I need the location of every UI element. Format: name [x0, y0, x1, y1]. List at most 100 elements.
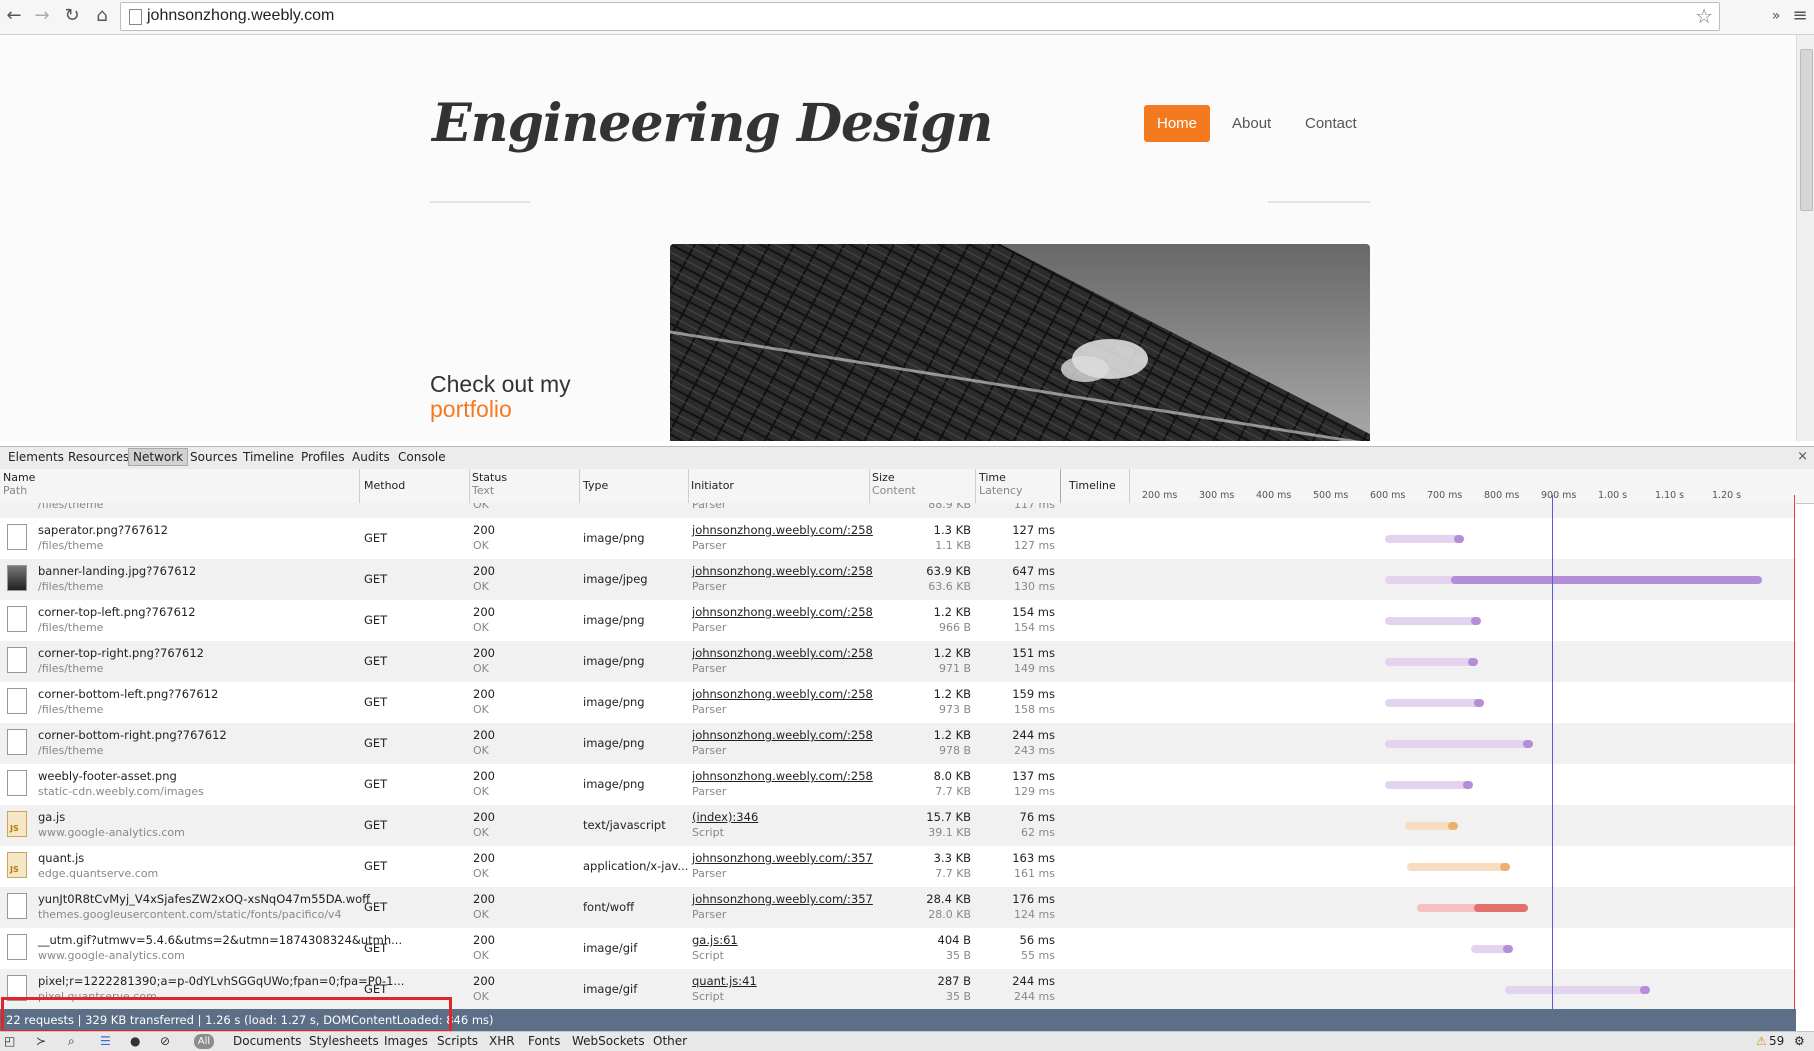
search-icon[interactable]: ⌕ [68, 1034, 75, 1049]
table-row[interactable]: ga.js www.google-analytics.com GET 200 OK tex… [0, 805, 1796, 846]
request-initiator-link[interactable]: johnsonzhong.weebly.com/:258 [692, 728, 873, 742]
request-name[interactable]: pixel;r=1222281390;a=p-0dYLvhSGGqUWo;fpa… [38, 974, 404, 988]
address-url[interactable]: johnsonzhong.weebly.com [147, 7, 334, 25]
tab-profiles[interactable]: Profiles [301, 450, 345, 464]
waterfall-bar-receive[interactable] [1462, 781, 1473, 789]
filter-stylesheets[interactable]: Stylesheets [309, 1034, 379, 1048]
back-icon[interactable]: ← [2, 4, 26, 28]
request-initiator-link[interactable]: johnsonzhong.weebly.com/:258 [692, 605, 873, 619]
request-initiator-link[interactable]: johnsonzhong.weebly.com/:258 [692, 646, 873, 660]
tab-console[interactable]: Console [398, 450, 446, 464]
request-initiator-link[interactable]: quant.js:41 [692, 974, 757, 988]
filter-scripts[interactable]: Scripts [437, 1034, 478, 1048]
table-row[interactable]: banner-landing.jpg?767612/files/theme GET… [0, 559, 1796, 600]
waterfall-bar-wait[interactable] [1504, 986, 1648, 994]
request-name[interactable]: ga.js [38, 810, 65, 824]
tab-network[interactable]: Network [128, 448, 189, 466]
record-icon[interactable]: ● [130, 1034, 140, 1048]
col-initiator[interactable]: Initiator [691, 479, 734, 492]
request-initiator-link[interactable]: johnsonzhong.weebly.com/:258 [692, 523, 873, 537]
filter-websockets[interactable]: WebSockets [572, 1034, 645, 1048]
filter-all[interactable]: All [194, 1034, 214, 1049]
waterfall-bar-receive[interactable] [1451, 576, 1762, 584]
request-initiator-link[interactable]: ga.js:61 [692, 933, 738, 947]
request-name[interactable]: saperator.png?767612 [38, 523, 168, 537]
filter-documents[interactable]: Documents [233, 1034, 301, 1048]
request-name[interactable]: __utm.gif?utmwv=5.4.6&utms=2&utmn=187430… [38, 933, 402, 947]
filter-other[interactable]: Other [653, 1034, 687, 1048]
browser-menu-icon[interactable]: ≡ [1788, 4, 1812, 28]
address-bar[interactable]: johnsonzhong.weebly.com ☆ [120, 2, 1720, 31]
waterfall-bar-wait[interactable] [1385, 781, 1471, 789]
waterfall-bar-wait[interactable] [1385, 658, 1477, 666]
waterfall-bar-receive[interactable] [1474, 699, 1485, 707]
filter-xhr[interactable]: XHR [489, 1034, 515, 1048]
table-row[interactable]: weebly-footer-asset.png static-cdn.weebly… [0, 764, 1796, 805]
table-row[interactable]: corner-top-right.png?767612/files/theme G… [0, 641, 1796, 682]
settings-icon[interactable]: ⚙ [1794, 1034, 1805, 1048]
tab-elements[interactable]: Elements [8, 450, 64, 464]
portfolio-tagline[interactable]: Check out my portfolio [430, 371, 571, 421]
waterfall-bar-receive[interactable] [1468, 658, 1479, 666]
network-request-list[interactable]: /files/theme OK Parser 88.9 KB 117 ms sa… [0, 503, 1796, 1009]
request-name[interactable]: corner-top-right.png?767612 [38, 646, 204, 660]
request-name[interactable]: corner-top-left.png?767612 [38, 605, 196, 619]
tab-audits[interactable]: Audits [352, 450, 390, 464]
waterfall-bar-receive[interactable] [1502, 945, 1513, 953]
waterfall-bar-receive[interactable] [1471, 617, 1482, 625]
warning-count[interactable]: 59 [1769, 1034, 1784, 1048]
tagline-portfolio[interactable]: portfolio [430, 397, 571, 421]
waterfall-bar-wait[interactable] [1385, 617, 1480, 625]
site-title[interactable]: Engineering Design [432, 93, 993, 154]
close-devtools-icon[interactable]: × [1797, 449, 1808, 464]
page-scrollbar[interactable] [1796, 35, 1814, 441]
table-row[interactable]: __utm.gif?utmwv=5.4.6&utms=2&utmn=187430… [0, 928, 1796, 969]
dock-icon[interactable]: ◰ [4, 1034, 15, 1048]
request-name[interactable]: corner-bottom-right.png?767612 [38, 728, 227, 742]
clear-icon[interactable]: ⊘ [160, 1034, 170, 1048]
request-initiator-link[interactable]: johnsonzhong.weebly.com/:258 [692, 687, 873, 701]
bookmark-star-icon[interactable]: ☆ [1695, 4, 1713, 28]
table-row-partial[interactable]: /files/theme OK Parser 88.9 KB 117 ms [0, 503, 1796, 518]
scrollbar-thumb[interactable] [1800, 49, 1813, 211]
waterfall-bar-receive[interactable] [1639, 986, 1650, 994]
col-type[interactable]: Type [583, 479, 608, 492]
col-name[interactable]: Name Path [3, 471, 35, 497]
table-row[interactable]: yunJt0R8tCvMyj_V4xSjafesZW2xOQ-xsNqO47m5… [0, 887, 1796, 928]
waterfall-bar-receive[interactable] [1454, 535, 1465, 543]
tab-sources[interactable]: Sources [190, 450, 237, 464]
waterfall-bar-receive[interactable] [1448, 822, 1459, 830]
request-initiator-link[interactable]: johnsonzhong.weebly.com/:258 [692, 564, 873, 578]
console-drawer-icon[interactable]: ≻ [36, 1034, 46, 1048]
table-row[interactable]: quant.js edge.quantserve.com GET 200 OK appli… [0, 846, 1796, 887]
table-row[interactable]: corner-bottom-right.png?767612/files/the… [0, 723, 1796, 764]
waterfall-bar-receive[interactable] [1499, 863, 1510, 871]
request-initiator-link[interactable]: johnsonzhong.weebly.com/:357 [692, 892, 873, 906]
waterfall-bar-wait[interactable] [1385, 740, 1531, 748]
table-row[interactable]: corner-top-left.png?767612/files/theme GE… [0, 600, 1796, 641]
filter-fonts[interactable]: Fonts [528, 1034, 560, 1048]
waterfall-bar-wait[interactable] [1385, 699, 1483, 707]
waterfall-bar-wait[interactable] [1406, 863, 1508, 871]
nav-about-link[interactable]: About [1232, 115, 1271, 132]
home-icon[interactable]: ⌂ [90, 4, 114, 28]
request-name[interactable]: yunJt0R8tCvMyj_V4xSjafesZW2xOQ-xsNqO47m5… [38, 892, 370, 906]
tab-timeline[interactable]: Timeline [243, 450, 294, 464]
waterfall-bar-receive[interactable] [1522, 740, 1533, 748]
table-row[interactable]: saperator.png?767612/files/theme GET 200 OK… [0, 518, 1796, 559]
request-initiator-link[interactable]: johnsonzhong.weebly.com/:258 [692, 769, 873, 783]
warning-icon[interactable]: ⚠ [1756, 1034, 1767, 1048]
nav-contact-link[interactable]: Contact [1305, 115, 1357, 132]
request-name[interactable]: quant.js [38, 851, 84, 865]
request-initiator-link[interactable]: johnsonzhong.weebly.com/:357 [692, 851, 873, 865]
waterfall-bar-wait[interactable] [1385, 535, 1463, 543]
col-status[interactable]: Status Text [472, 471, 507, 497]
col-method[interactable]: Method [364, 479, 405, 492]
request-initiator-link[interactable]: (index):346 [692, 810, 758, 824]
list-view-icon[interactable]: ☰ [100, 1034, 111, 1048]
request-name[interactable]: weebly-footer-asset.png [38, 769, 177, 783]
waterfall-bar-wait[interactable] [1385, 576, 1460, 584]
filter-images[interactable]: Images [384, 1034, 428, 1048]
waterfall-bar-wait[interactable] [1416, 904, 1483, 912]
table-row[interactable]: corner-bottom-left.png?767612/files/them… [0, 682, 1796, 723]
